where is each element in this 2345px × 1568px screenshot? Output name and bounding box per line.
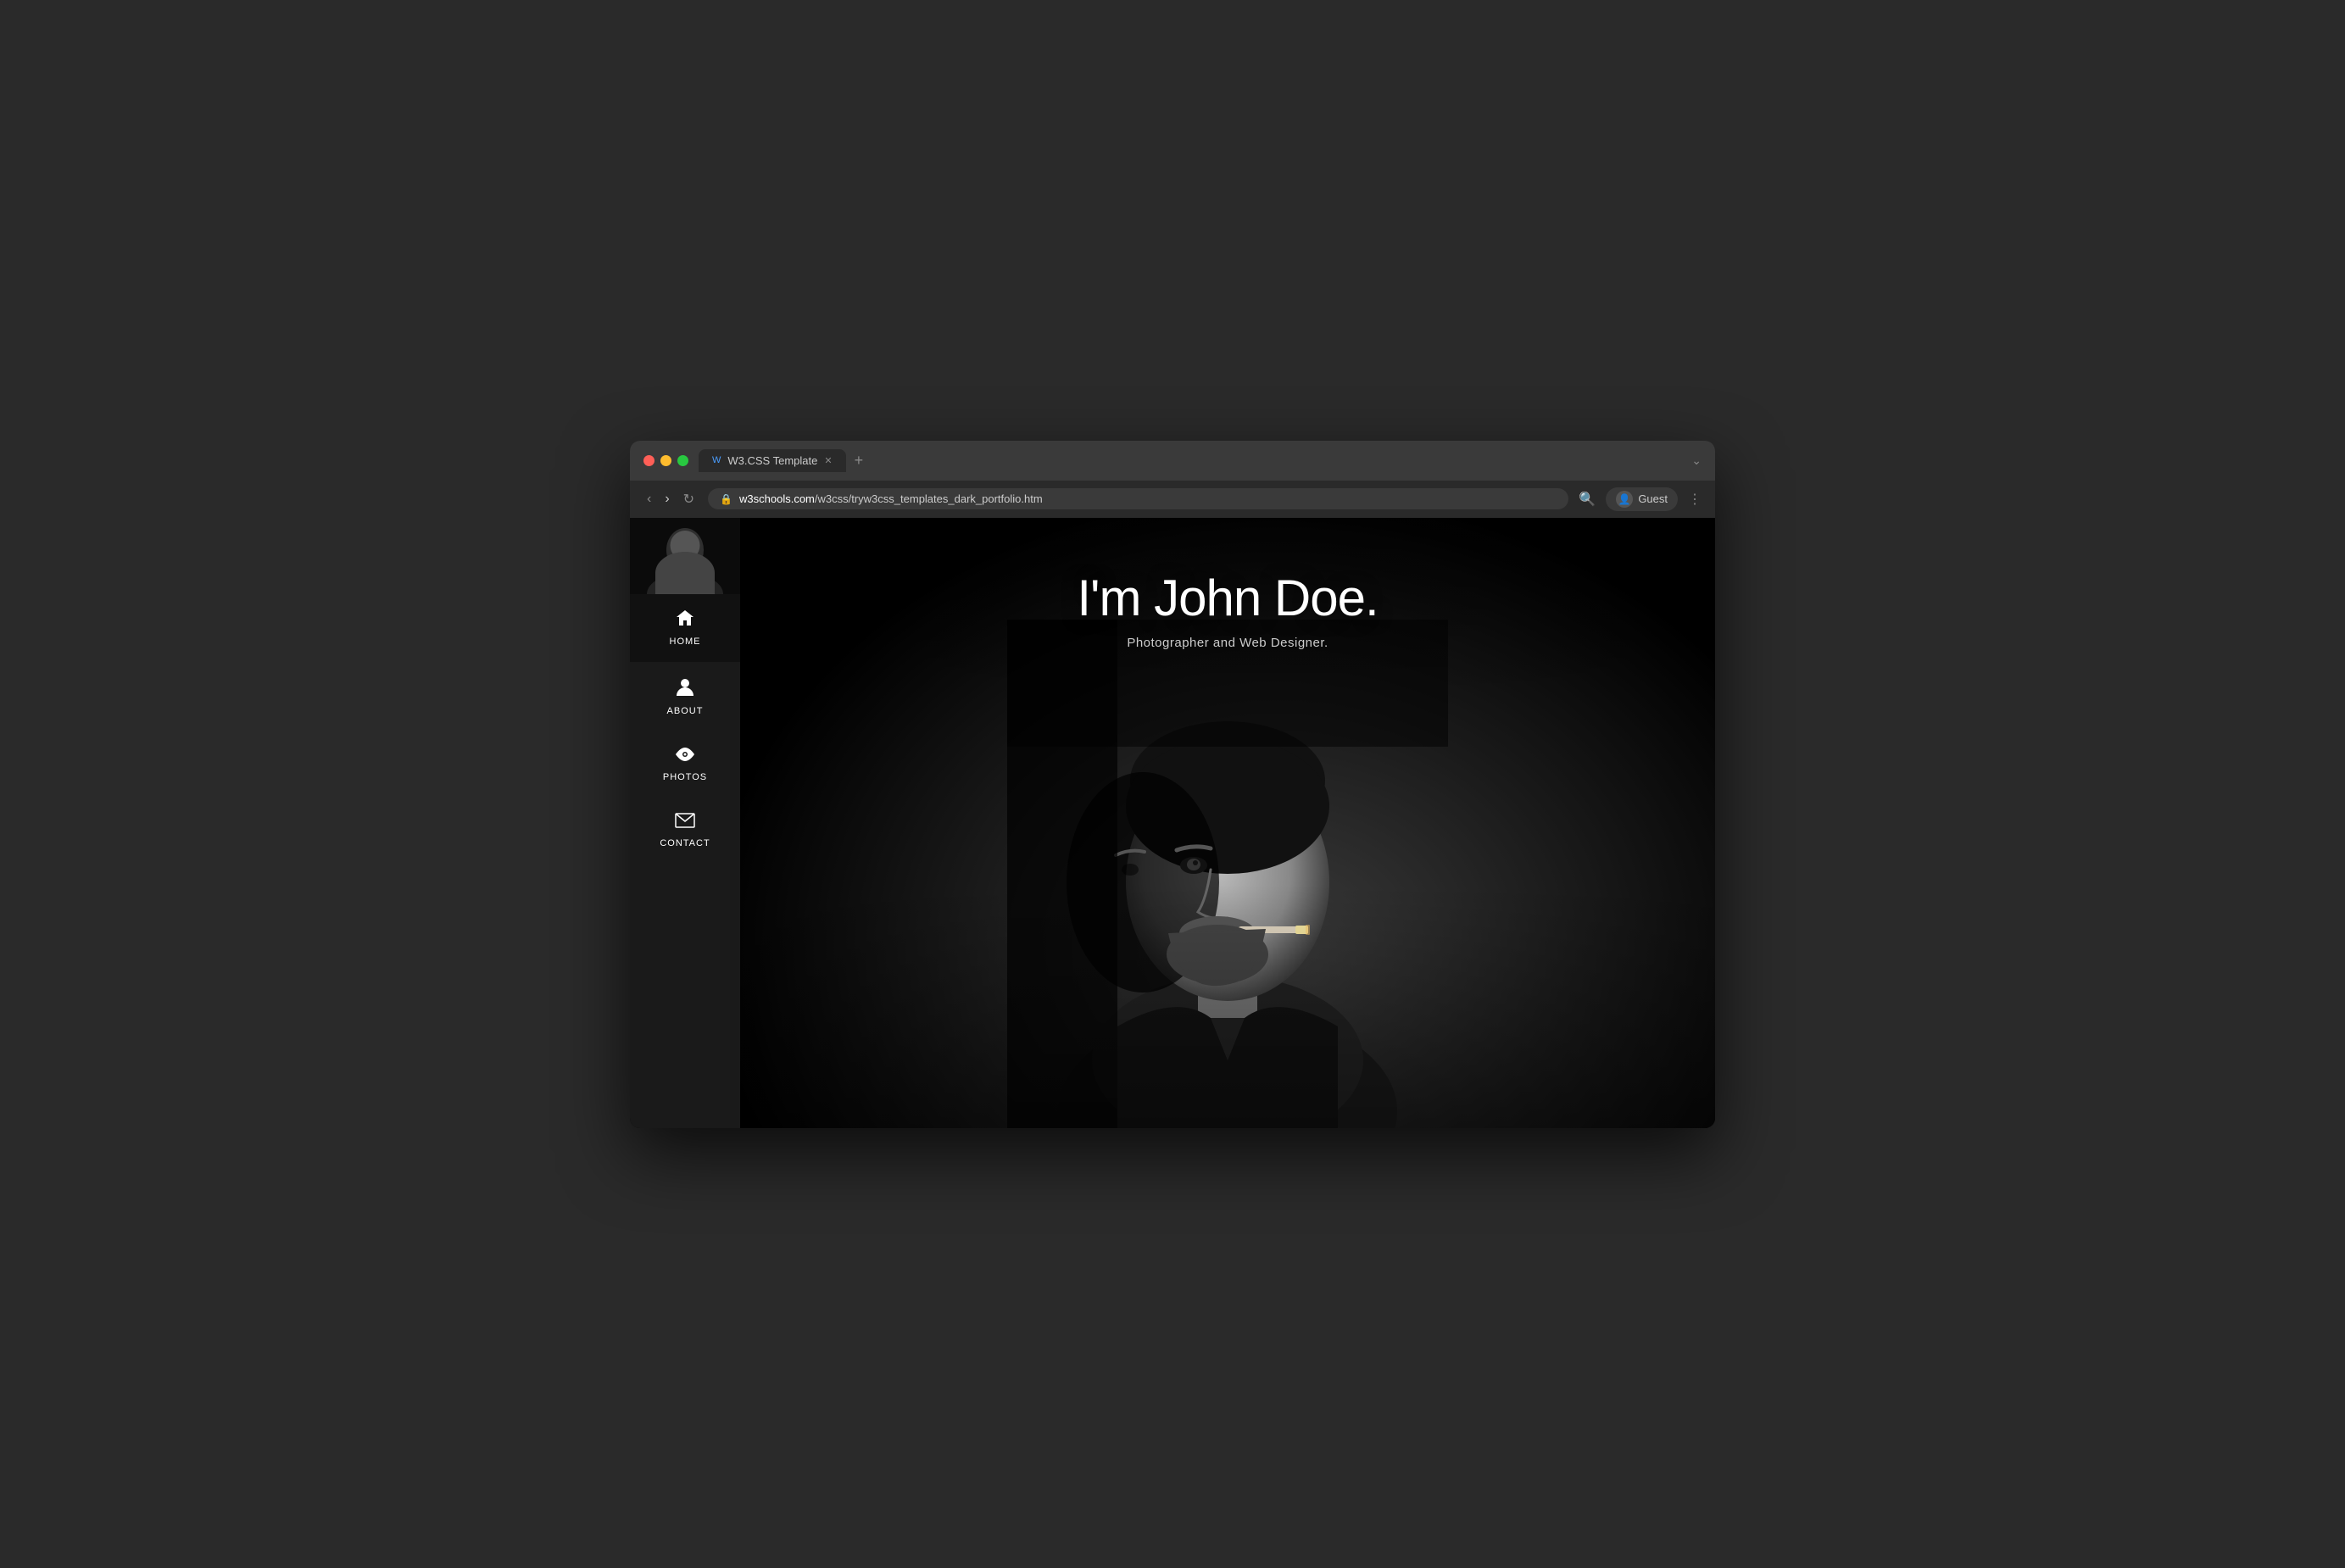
traffic-lights (643, 455, 688, 466)
close-button[interactable] (643, 455, 654, 466)
sidebar-item-about[interactable]: ABOUT (630, 662, 740, 731)
mail-icon (675, 813, 695, 833)
tab-title: W3.CSS Template (727, 454, 817, 467)
sidebar: HOME ABOUT (630, 518, 740, 1128)
sidebar-item-label-contact: CONTACT (660, 838, 710, 848)
browser-window: W W3.CSS Template ✕ + ⌄ ‹ › ↻ 🔒 w3school… (630, 441, 1715, 1128)
portrait-overlay (740, 518, 1715, 1128)
new-tab-button[interactable]: + (849, 452, 869, 470)
address-bar: ‹ › ↻ 🔒 w3schools.com/w3css/tryw3css_tem… (630, 481, 1715, 518)
back-button[interactable]: ‹ (643, 490, 654, 509)
tab-bar: W W3.CSS Template ✕ + ⌄ (699, 449, 1702, 472)
user-label: Guest (1638, 492, 1668, 505)
user-menu-button[interactable]: 👤 Guest (1606, 487, 1678, 511)
sidebar-item-contact[interactable]: CONTACT (630, 798, 740, 864)
maximize-button[interactable] (677, 455, 688, 466)
lock-icon: 🔒 (720, 493, 732, 505)
main-content: I'm John Doe. Photographer and Web Desig… (740, 518, 1715, 1128)
url-bar[interactable]: 🔒 w3schools.com/w3css/tryw3css_templates… (708, 488, 1568, 509)
person-icon (677, 677, 693, 701)
tab-close-icon[interactable]: ✕ (824, 455, 832, 466)
search-icon[interactable]: 🔍 (1579, 491, 1596, 508)
avatar-portrait-image (630, 518, 740, 594)
nav-buttons: ‹ › ↻ (643, 489, 698, 509)
profile-avatar (630, 518, 740, 594)
active-tab[interactable]: W W3.CSS Template ✕ (699, 449, 846, 472)
tab-favicon-icon: W (712, 455, 721, 465)
eye-icon (675, 747, 695, 767)
url-display: w3schools.com/w3css/tryw3css_templates_d… (739, 492, 1043, 505)
tabs-menu-icon[interactable]: ⌄ (1691, 453, 1702, 468)
more-options-icon[interactable]: ⋮ (1688, 491, 1702, 508)
home-icon (676, 609, 694, 631)
sidebar-navigation: HOME ABOUT (630, 594, 740, 864)
sidebar-item-label-home: HOME (670, 637, 701, 647)
sidebar-item-label-photos: PHOTOS (663, 772, 707, 782)
reload-button[interactable]: ↻ (680, 489, 698, 509)
sidebar-item-label-about: ABOUT (667, 706, 704, 716)
minimize-button[interactable] (660, 455, 671, 466)
sidebar-item-home[interactable]: HOME (630, 594, 740, 662)
forward-button[interactable]: › (661, 490, 672, 509)
browser-content: HOME ABOUT (630, 518, 1715, 1128)
user-avatar: 👤 (1616, 491, 1633, 508)
sidebar-item-photos[interactable]: PHOTOS (630, 731, 740, 798)
browser-titlebar: W W3.CSS Template ✕ + ⌄ (630, 441, 1715, 481)
browser-actions: 🔍 👤 Guest ⋮ (1579, 487, 1702, 511)
